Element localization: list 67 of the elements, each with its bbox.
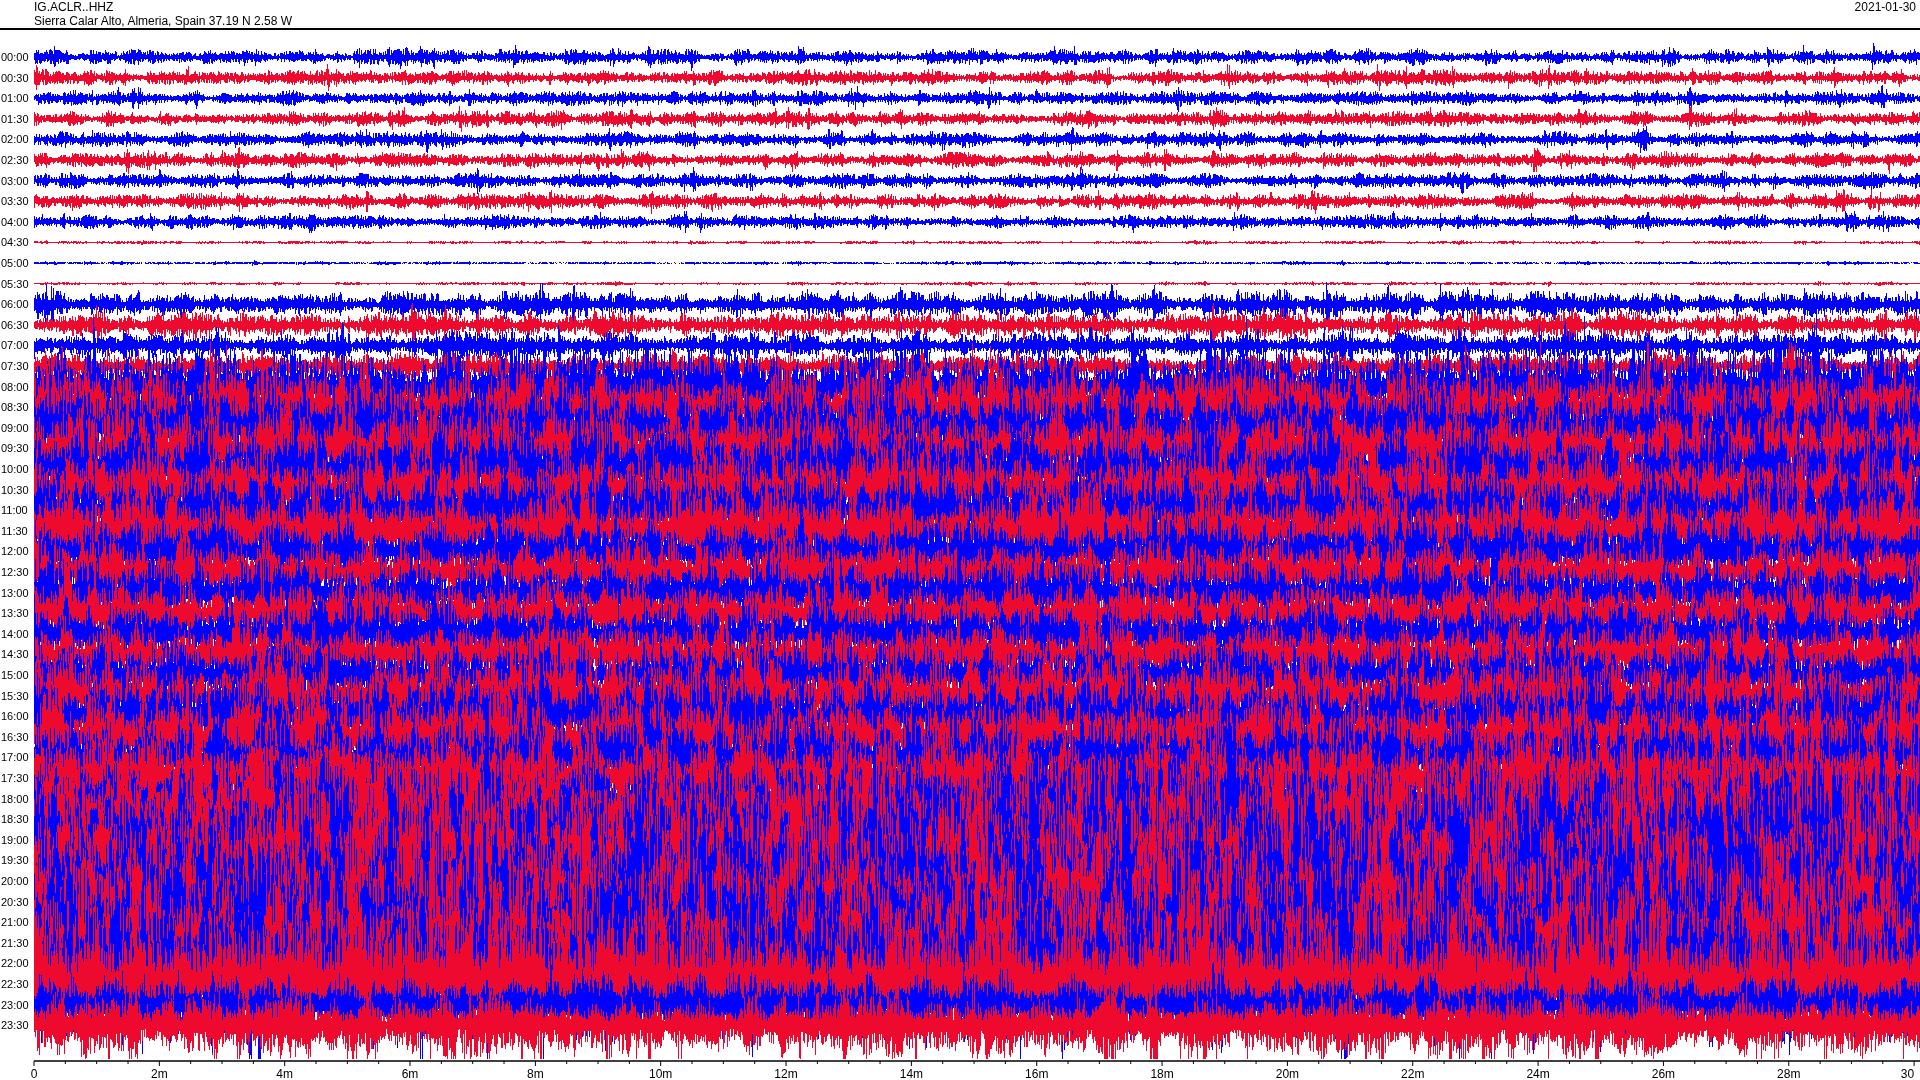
time-label: 07:30 xyxy=(1,360,29,372)
time-label: 06:00 xyxy=(1,298,29,311)
time-label: 17:00 xyxy=(1,751,29,764)
axis-tick-label: 0 xyxy=(30,1067,38,1079)
time-label: 20:30 xyxy=(1,895,29,908)
axis-tick-label: 8m xyxy=(527,1067,544,1079)
time-label: 11:00 xyxy=(1,504,28,517)
time-label: 13:00 xyxy=(1,586,29,599)
time-label: 19:30 xyxy=(1,854,29,867)
time-label: 12:30 xyxy=(1,566,29,578)
axis-tick-label: 18m xyxy=(1150,1067,1174,1079)
time-label: 13:30 xyxy=(1,607,29,620)
time-label: 17:30 xyxy=(1,772,29,784)
axis-tick-label: 22m xyxy=(1401,1067,1425,1079)
time-label: 04:30 xyxy=(1,236,29,249)
plot-date: 2021-01-30 xyxy=(1854,0,1916,16)
time-label: 02:30 xyxy=(1,154,29,166)
time-label: 22:00 xyxy=(1,957,29,970)
time-label: 06:30 xyxy=(1,318,29,331)
axis-tick-label: 28m xyxy=(1777,1067,1801,1079)
time-label: 16:00 xyxy=(1,710,29,723)
time-label: 05:00 xyxy=(1,257,29,269)
time-label: 10:30 xyxy=(1,483,29,496)
time-label: 01:30 xyxy=(1,112,29,125)
time-label: 11:30 xyxy=(1,524,28,537)
axis-tick-label: 2m xyxy=(151,1067,168,1079)
time-label: 00:30 xyxy=(1,71,29,84)
axis-tick-label: 10m xyxy=(649,1067,673,1079)
time-label: 08:30 xyxy=(1,401,29,414)
axis-tick-label: 6m xyxy=(401,1067,419,1079)
time-label: 05:30 xyxy=(1,277,29,290)
time-label: 19:00 xyxy=(1,833,29,846)
axis-tick-label: 26m xyxy=(1651,1067,1676,1079)
time-label: 08:00 xyxy=(1,380,29,393)
axis-tick-label: 16m xyxy=(1025,1067,1049,1079)
time-label: 01:00 xyxy=(1,92,29,105)
axis-tick-label: 12m xyxy=(774,1067,798,1079)
axis-tick-label: 14m xyxy=(899,1067,924,1079)
time-label: 09:00 xyxy=(1,421,29,434)
axis-tick-label: 24m xyxy=(1526,1067,1550,1079)
time-label: 02:00 xyxy=(1,133,29,146)
time-label: 23:30 xyxy=(1,1019,29,1032)
axis-tick-label: 4m xyxy=(276,1067,293,1079)
time-label: 15:30 xyxy=(1,689,29,702)
time-label: 14:30 xyxy=(1,648,29,661)
time-label: 14:00 xyxy=(1,627,29,640)
axis-tick-label: 20m xyxy=(1275,1067,1300,1079)
station-code: IG.ACLR..HHZ xyxy=(34,0,115,14)
time-label: 23:00 xyxy=(1,998,29,1011)
time-label: 00:00 xyxy=(1,51,29,63)
time-label: 09:30 xyxy=(1,442,29,455)
time-label: 21:00 xyxy=(1,916,29,929)
time-label: 07:00 xyxy=(1,339,29,352)
time-label: 15:00 xyxy=(1,669,29,681)
time-label: 12:00 xyxy=(1,545,29,558)
time-label: 18:30 xyxy=(1,813,29,826)
station-location: Sierra Calar Alto, Almeria, Spain 37.19 N 2.58 W xyxy=(34,14,293,28)
time-label: 03:00 xyxy=(1,174,29,187)
time-label: 20:00 xyxy=(1,875,29,887)
time-label: 18:00 xyxy=(1,792,29,805)
time-label: 10:00 xyxy=(1,463,29,475)
time-label: 03:30 xyxy=(1,195,29,208)
time-label: 21:30 xyxy=(1,936,29,949)
axis-tick-label: 30 xyxy=(1900,1067,1915,1079)
time-label: 22:30 xyxy=(1,978,29,990)
time-label: 04:00 xyxy=(1,215,29,228)
time-label: 16:30 xyxy=(1,730,29,743)
